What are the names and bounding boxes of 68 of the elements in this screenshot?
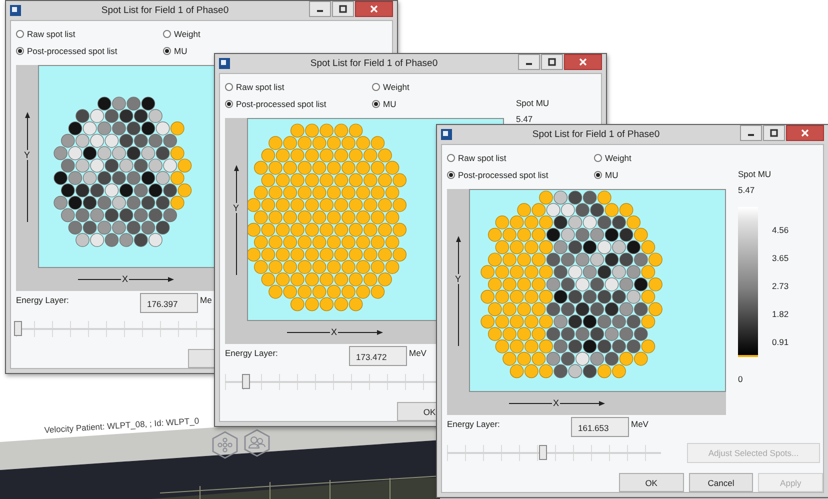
energy-field[interactable]: 173.472 — [349, 346, 407, 366]
maximize-button[interactable] — [541, 54, 563, 70]
app-icon — [10, 5, 21, 16]
x-axis-label: X — [330, 327, 338, 337]
energy-slider[interactable] — [447, 442, 661, 464]
y-axis-label: Y — [454, 274, 462, 284]
radio-option[interactable]: Weight — [594, 152, 632, 162]
hexagon-people-icon[interactable] — [244, 429, 270, 457]
energy-field[interactable]: 161.653 — [571, 417, 629, 437]
unit-label: Me — [200, 294, 212, 305]
app-icon — [441, 129, 452, 140]
app-icon — [219, 58, 230, 69]
colorbar-label: 1.82 — [772, 309, 789, 321]
radio-option[interactable]: MU — [372, 98, 396, 108]
energy-field[interactable]: 176.397 — [140, 293, 198, 313]
radio-option[interactable]: Post-processed spot list — [16, 46, 118, 56]
x-axis-label: X — [552, 398, 560, 408]
minimize-button[interactable] — [518, 54, 540, 70]
colorbar-title: Spot MU — [516, 96, 550, 110]
radio-option[interactable]: Post-processed spot list — [225, 98, 326, 108]
radio-option[interactable]: MU — [594, 170, 618, 180]
radio-option[interactable]: Raw spot list — [16, 28, 76, 38]
close-icon — [579, 58, 587, 66]
unit-label: MeV — [631, 418, 648, 429]
colorbar-label: 5.47 — [516, 114, 533, 124]
radio-option[interactable]: Post-processed spot list — [447, 170, 548, 180]
colorbar-label: 4.56 — [772, 225, 789, 237]
window-title: Spot List for Field 1 of Phase0 — [309, 58, 439, 69]
slider-thumb[interactable] — [242, 374, 250, 389]
colorbar-label: 3.65 — [772, 253, 789, 265]
patient-title: Velocity Patient: WLPT_08, ; Id: WLPT_0 — [44, 416, 200, 435]
colorbar-label: 0.91 — [772, 337, 789, 349]
close-button[interactable] — [355, 1, 393, 17]
close-button[interactable] — [564, 54, 602, 70]
radio-option[interactable]: Weight — [163, 28, 200, 38]
hexagon-dots-icon[interactable] — [212, 431, 238, 459]
close-button[interactable] — [786, 125, 824, 141]
energy-slider[interactable] — [225, 371, 439, 393]
energy-layer-label: Energy Layer: — [447, 418, 501, 429]
maximize-button[interactable] — [332, 1, 354, 17]
energy-layer-label: Energy Layer: — [225, 347, 279, 358]
radio-option[interactable]: Weight — [372, 82, 410, 92]
colorbar-label: 2.73 — [772, 281, 789, 293]
maximize-icon — [770, 129, 778, 137]
x-axis-label: X — [121, 274, 130, 284]
maximize-icon — [339, 5, 347, 13]
window-title: Spot List for Field 1 of Phase0 — [531, 129, 661, 140]
colorbar-title: Spot MU — [738, 168, 772, 181]
unit-label: MeV — [409, 347, 426, 358]
minimize-button[interactable] — [309, 1, 331, 17]
dialog-button[interactable]: Cancel — [688, 473, 754, 492]
slider-thumb[interactable] — [539, 445, 548, 460]
window-title: Spot List for Field 1 of Phase0 — [100, 5, 230, 16]
colorbar-label: 0 — [738, 374, 743, 384]
slider-thumb[interactable] — [14, 321, 22, 336]
y-axis-label: Y — [23, 150, 32, 160]
close-icon — [801, 129, 809, 137]
radio-option[interactable]: MU — [163, 46, 188, 56]
y-axis-label: Y — [232, 203, 240, 213]
radio-option[interactable]: Raw spot list — [225, 82, 284, 92]
maximize-button[interactable] — [763, 125, 785, 141]
minimize-button[interactable] — [740, 125, 762, 141]
colorbar-label: 5.47 — [738, 185, 755, 195]
radio-option[interactable]: Raw spot list — [447, 152, 506, 162]
maximize-icon — [548, 58, 556, 66]
close-icon — [370, 5, 378, 13]
dialog-button[interactable]: OK — [619, 473, 684, 492]
energy-layer-label: Energy Layer: — [16, 294, 70, 305]
